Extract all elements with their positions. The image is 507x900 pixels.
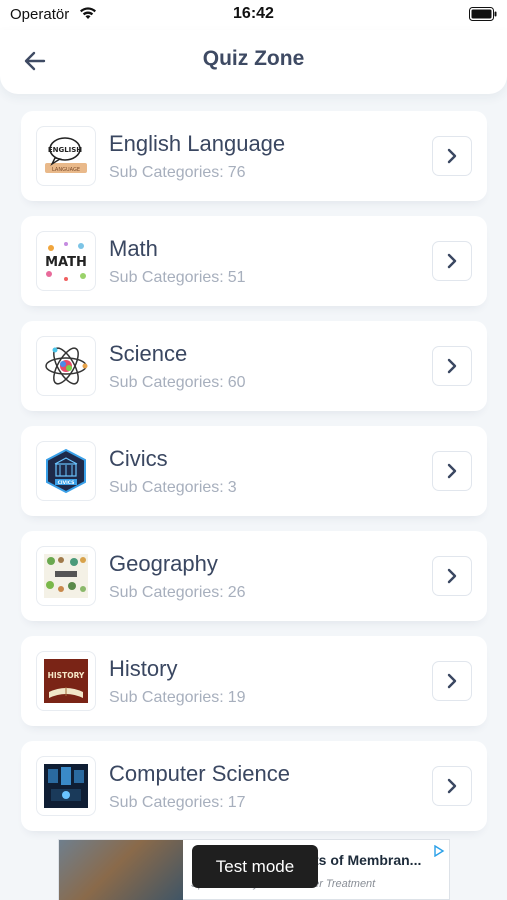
- math-thumb-text: MATH: [45, 255, 87, 270]
- category-subcount: Sub Categories: 19: [109, 689, 246, 706]
- test-mode-badge: Test mode: [192, 845, 318, 888]
- computer-science-icon: [36, 756, 96, 816]
- category-name: Geography: [109, 551, 218, 576]
- status-bar: Operatör 16:42: [0, 0, 507, 30]
- category-name: History: [109, 656, 178, 681]
- category-name: Civics: [109, 446, 168, 471]
- category-card-math[interactable]: MATH Math Sub Categories: 51: [21, 216, 487, 306]
- chevron-right-icon[interactable]: [432, 766, 472, 806]
- category-card-science[interactable]: Science Sub Categories: 60: [21, 321, 487, 411]
- geography-icon: [36, 546, 96, 606]
- civics-icon: CIVICS: [36, 441, 96, 501]
- chevron-right-icon[interactable]: [432, 136, 472, 176]
- history-thumb-text: HISTORY: [48, 671, 85, 680]
- english-thumb-text: ENGLISH: [48, 146, 82, 154]
- category-name: English Language: [109, 131, 286, 156]
- category-subcount: Sub Categories: 76: [109, 164, 246, 181]
- ad-banner[interactable]: ts of Membran... Sponsored by: Wastewate…: [58, 839, 450, 900]
- svg-text:LANGUAGE: LANGUAGE: [52, 167, 80, 173]
- chevron-right-icon[interactable]: [432, 241, 472, 281]
- category-name: Math: [109, 236, 158, 261]
- category-card-civics[interactable]: CIVICS Civics Sub Categories: 3: [21, 426, 487, 516]
- app-header: Quiz Zone: [0, 30, 507, 94]
- chevron-right-icon[interactable]: [432, 661, 472, 701]
- atom-icon: [36, 336, 96, 396]
- category-card-geography[interactable]: Geography Sub Categories: 26: [21, 531, 487, 621]
- category-name: Computer Science: [109, 761, 290, 786]
- category-subcount: Sub Categories: 26: [109, 584, 246, 601]
- clock: 16:42: [233, 5, 274, 22]
- category-list: ENGLISH LANGUAGE English Language Sub Ca…: [21, 111, 487, 846]
- english-language-icon: ENGLISH LANGUAGE: [36, 126, 96, 186]
- battery-icon: [469, 7, 497, 21]
- ad-image: [59, 840, 183, 900]
- chevron-right-icon[interactable]: [432, 556, 472, 596]
- category-card-history[interactable]: HISTORY History Sub Categories: 19: [21, 636, 487, 726]
- category-name: Science: [109, 341, 188, 366]
- math-icon: MATH: [36, 231, 96, 291]
- category-card-english-language[interactable]: ENGLISH LANGUAGE English Language Sub Ca…: [21, 111, 487, 201]
- ad-choices-icon[interactable]: [433, 845, 445, 857]
- category-card-computer-science[interactable]: Computer Science Sub Categories: 17: [21, 741, 487, 831]
- category-subcount: Sub Categories: 3: [109, 479, 237, 496]
- category-subcount: Sub Categories: 51: [109, 269, 246, 286]
- ad-title: ts of Membran...: [314, 852, 422, 868]
- civics-thumb-text: CIVICS: [58, 480, 75, 486]
- history-icon: HISTORY: [36, 651, 96, 711]
- category-subcount: Sub Categories: 60: [109, 374, 246, 391]
- chevron-right-icon[interactable]: [432, 346, 472, 386]
- category-subcount: Sub Categories: 17: [109, 794, 246, 811]
- chevron-right-icon[interactable]: [432, 451, 472, 491]
- page-title: Quiz Zone: [202, 47, 305, 70]
